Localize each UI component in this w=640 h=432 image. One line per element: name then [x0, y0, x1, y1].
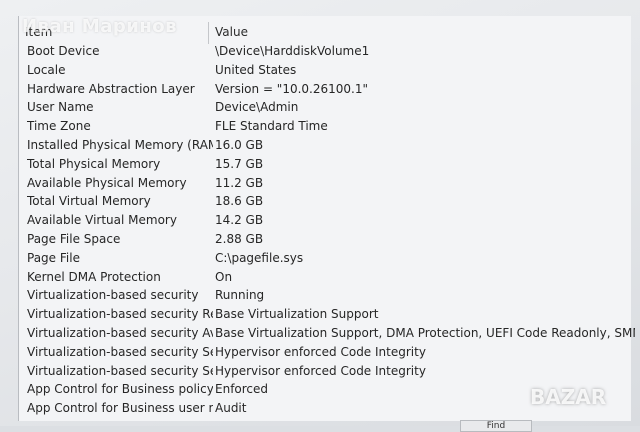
- row-value: Hypervisor enforced Code Integrity: [215, 363, 426, 378]
- row-item: Virtualization-based security Se...: [27, 363, 213, 378]
- system-summary-panel: Item Value Boot Device \Device\HarddiskVo…: [18, 16, 635, 421]
- row-value: \Device\HarddiskVolume1: [215, 44, 370, 58]
- row-value: 15.7 GB: [215, 156, 264, 171]
- table-row[interactable]: Locale United States: [19, 61, 639, 80]
- table-row[interactable]: Available Physical Memory 11.2 GB: [19, 174, 639, 193]
- row-item: App Control for Business user m...: [27, 401, 213, 416]
- row-value: United States: [215, 62, 297, 77]
- row-item: User Name: [27, 100, 94, 115]
- table-row[interactable]: Page File Space 2.88 GB: [19, 230, 639, 249]
- row-item: Virtualization-based security Re...: [27, 307, 213, 322]
- row-item: Available Physical Memory: [27, 175, 187, 190]
- row-item: Page File: [27, 250, 80, 265]
- row-value: 11.2 GB: [215, 175, 264, 190]
- row-item: Hardware Abstraction Layer: [27, 81, 195, 96]
- row-item: Page File Space: [27, 231, 121, 246]
- row-value: Version = "10.0.26100.1": [215, 81, 369, 96]
- row-value: On: [215, 269, 233, 284]
- table-row[interactable]: Page File C:\pagefile.sys: [19, 249, 639, 268]
- row-value: Hypervisor enforced Code Integrity: [215, 344, 426, 359]
- table-row[interactable]: Total Virtual Memory 18.6 GB: [19, 192, 639, 211]
- table-row[interactable]: User Name Device\Admin: [19, 98, 639, 117]
- row-item: Virtualization-based security: [27, 288, 199, 303]
- row-item: Total Virtual Memory: [27, 194, 151, 209]
- table-row[interactable]: Installed Physical Memory (RAM) 16.0 GB: [19, 136, 639, 155]
- row-value: 14.2 GB: [215, 213, 264, 228]
- row-value: Base Virtualization Support, DMA Protect…: [215, 325, 635, 340]
- table-row[interactable]: Available Virtual Memory 14.2 GB: [19, 211, 639, 230]
- table-row[interactable]: Hardware Abstraction Layer Version = "10.…: [19, 80, 639, 99]
- row-value: Device\Admin: [215, 100, 299, 115]
- table-row[interactable]: Boot Device \Device\HarddiskVolume1: [19, 42, 639, 61]
- row-value: Running: [215, 288, 265, 303]
- table-row[interactable]: Virtualization-based security Av... Base …: [19, 324, 639, 343]
- watermark-text: Иван Маринов: [22, 16, 178, 37]
- find-button[interactable]: Find: [460, 420, 532, 432]
- table-row[interactable]: Total Physical Memory 15.7 GB: [19, 155, 639, 174]
- column-divider[interactable]: [208, 22, 209, 44]
- row-value: FLE Standard Time: [215, 119, 328, 134]
- row-item: Locale: [27, 62, 66, 77]
- row-item: Kernel DMA Protection: [27, 269, 161, 284]
- table-row[interactable]: Time Zone FLE Standard Time: [19, 117, 639, 136]
- bazar-logo: BAZAR: [530, 385, 607, 409]
- info-list: Boot Device \Device\HarddiskVolume1 Locale…: [19, 42, 639, 418]
- row-item: App Control for Business policy: [27, 382, 213, 397]
- row-item: Total Physical Memory: [27, 156, 161, 171]
- table-row[interactable]: Virtualization-based security Se... Hyper…: [19, 343, 639, 362]
- row-value: 2.88 GB: [215, 231, 264, 246]
- row-value: 16.0 GB: [215, 137, 264, 152]
- column-header-value[interactable]: Value: [215, 25, 248, 39]
- row-value: Base Virtualization Support: [215, 307, 379, 322]
- row-item: Virtualization-based security Se...: [27, 344, 213, 359]
- row-item: Time Zone: [27, 119, 91, 134]
- table-row[interactable]: Virtualization-based security Se... Hyper…: [19, 362, 639, 381]
- screen-background: Item Value Boot Device \Device\HarddiskVo…: [0, 0, 640, 432]
- row-value: C:\pagefile.sys: [215, 250, 304, 265]
- row-item: Virtualization-based security Av...: [27, 325, 213, 340]
- row-item: Available Virtual Memory: [27, 213, 177, 228]
- row-value: 18.6 GB: [215, 194, 264, 209]
- row-item: Installed Physical Memory (RAM): [27, 137, 213, 152]
- table-row[interactable]: Virtualization-based security Running: [19, 286, 639, 305]
- row-item: Boot Device: [27, 44, 100, 58]
- table-row[interactable]: Kernel DMA Protection On: [19, 268, 639, 287]
- table-row[interactable]: Virtualization-based security Re... Base …: [19, 305, 639, 324]
